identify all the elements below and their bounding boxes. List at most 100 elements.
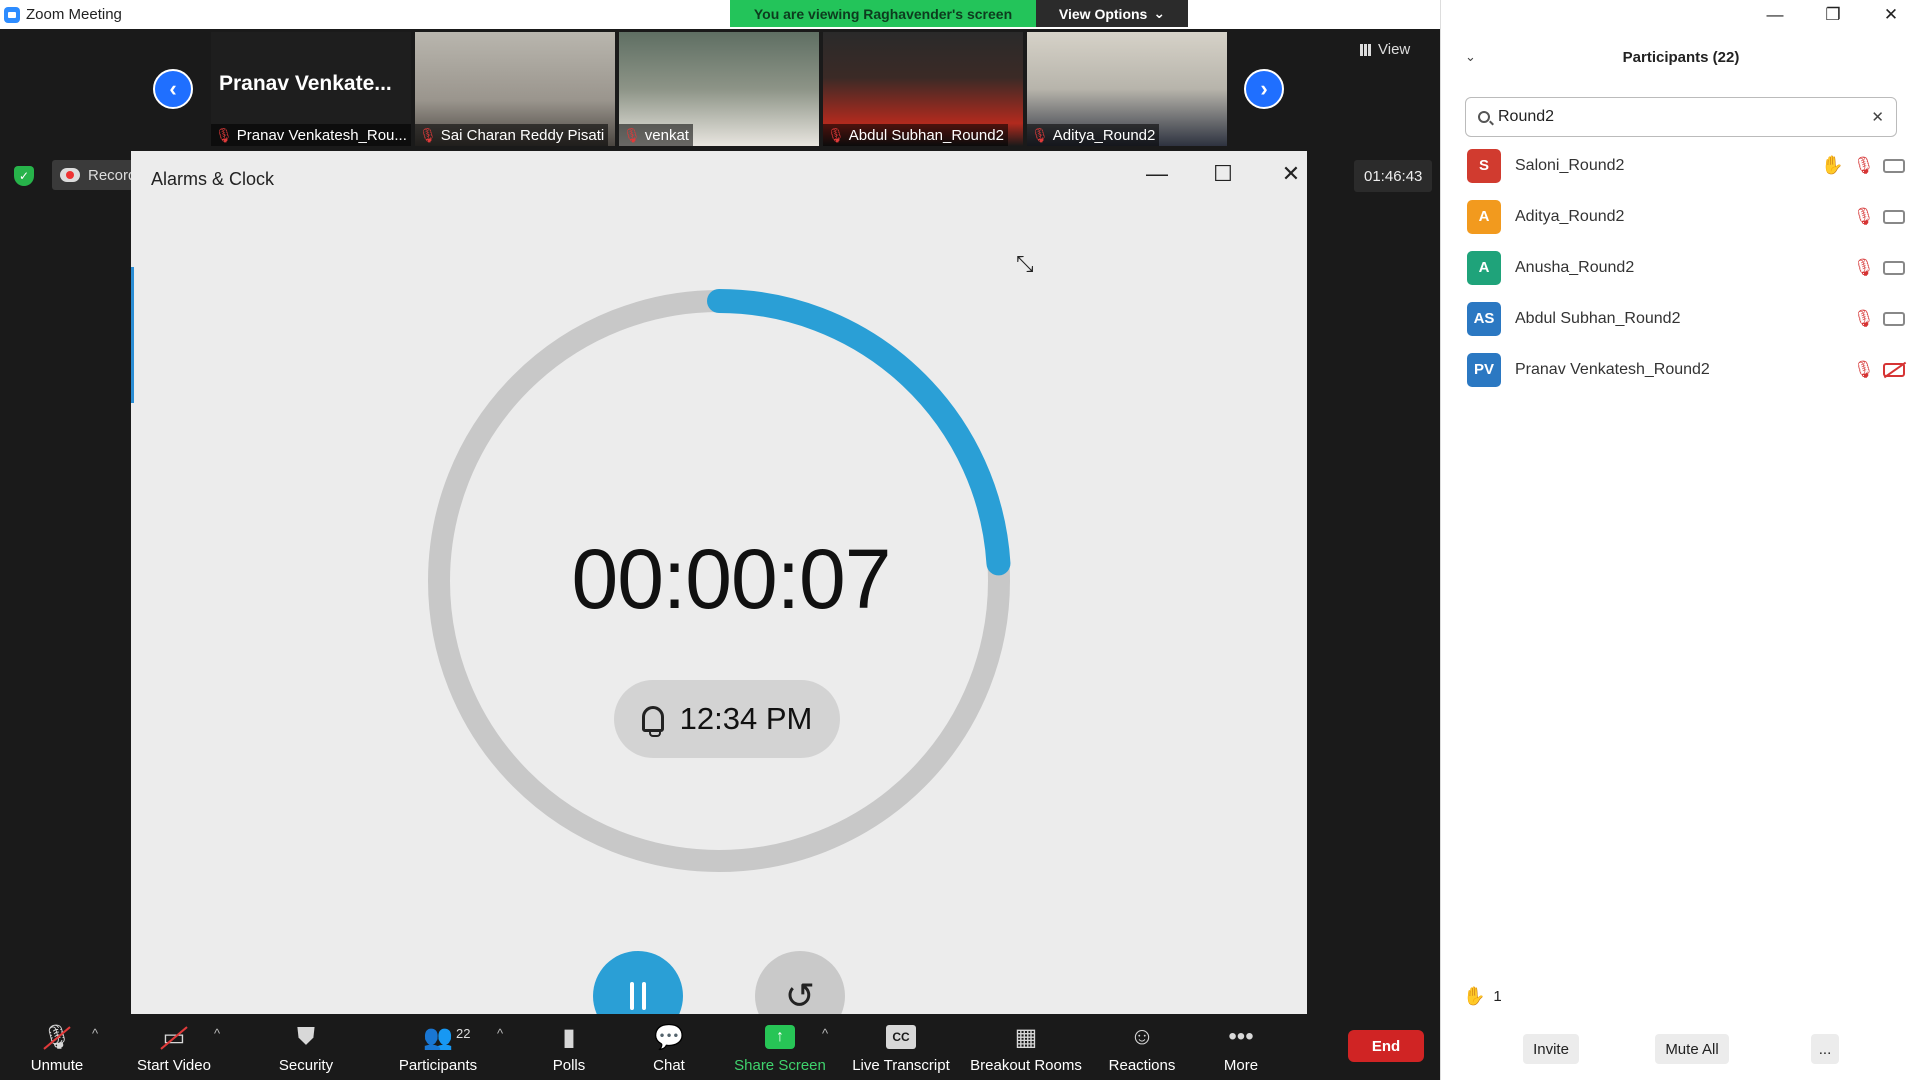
avatar: A	[1467, 250, 1501, 285]
audio-options-caret[interactable]: ^	[92, 1026, 98, 1041]
chat-button[interactable]: 💬 Chat	[644, 1014, 694, 1080]
viewing-banner: You are viewing Raghavender's screen	[730, 0, 1036, 27]
video-tile[interactable]: Pranav Venkate... 🎙 Pranav Venkatesh_Rou.…	[211, 32, 411, 146]
unmute-button[interactable]: 🎙 Unmute	[20, 1014, 94, 1080]
search-input[interactable]	[1498, 108, 1868, 126]
chevron-right-icon: ›	[1260, 76, 1268, 101]
participant-row[interactable]: PV Pranav Venkatesh_Round2 🎙	[1441, 344, 1920, 395]
mic-muted-icon: 🎙	[1853, 155, 1875, 175]
reactions-button[interactable]: ☺ Reactions	[1104, 1014, 1180, 1080]
alarm-time: 12:34 PM	[679, 701, 813, 736]
panel-more-button[interactable]: ...	[1811, 1034, 1839, 1064]
chat-label: Chat	[653, 1057, 685, 1074]
mic-muted-icon: 🎙	[1853, 257, 1875, 277]
panel-header: ⌄ Participants (22)	[1441, 44, 1920, 70]
minimize-icon: —	[1146, 161, 1168, 186]
mic-muted-icon: 🎙	[419, 126, 437, 143]
restore-window-icon[interactable]: ❐	[1804, 0, 1862, 29]
emoji-plus-icon: ☺	[1129, 1023, 1155, 1050]
window-title: Zoom Meeting	[26, 6, 122, 23]
live-transcript-label: Live Transcript	[852, 1057, 950, 1074]
more-button[interactable]: ••• More	[1216, 1014, 1266, 1080]
video-camera-off-icon: ▭	[159, 1023, 189, 1051]
polls-button[interactable]: ▮ Polls	[544, 1014, 594, 1080]
shared-window-title: Alarms & Clock	[151, 169, 275, 189]
video-icon	[1883, 260, 1905, 275]
video-options-caret[interactable]: ^	[214, 1026, 220, 1041]
cloud-record-icon	[60, 168, 80, 182]
bar-chart-icon: ▮	[562, 1023, 576, 1051]
video-tile[interactable]: 🎙 venkat	[619, 32, 819, 146]
participant-row[interactable]: S Saloni_Round2 ✋ 🎙	[1441, 140, 1920, 191]
participant-name: Abdul Subhan_Round2	[1515, 309, 1681, 327]
invite-button[interactable]: Invite	[1523, 1034, 1579, 1064]
window-controls: — ❐ ✕	[1746, 0, 1920, 29]
encryption-shield-icon[interactable]: ✓	[14, 166, 34, 186]
compact-overlay-icon: ⤡	[1016, 251, 1034, 276]
video-tile[interactable]: 🎙 Aditya_Round2	[1027, 32, 1227, 146]
start-video-label: Start Video	[137, 1057, 211, 1074]
bell-icon	[641, 706, 664, 737]
zoom-logo-icon	[4, 6, 20, 23]
tile-name: Sai Charan Reddy Pisati	[440, 126, 605, 144]
mic-muted-icon: 🎙	[827, 126, 845, 143]
participants-caret[interactable]: ^	[497, 1026, 503, 1041]
end-meeting-button[interactable]: End	[1348, 1030, 1424, 1062]
polls-label: Polls	[552, 1057, 586, 1074]
participant-row[interactable]: AS Abdul Subhan_Round2 🎙	[1441, 293, 1920, 344]
participants-count: 22	[456, 1026, 471, 1041]
view-options-button[interactable]: View Options ⌄	[1036, 0, 1188, 27]
alarm-pill: 12:34 PM	[614, 680, 840, 758]
participants-button[interactable]: 👥 Participants	[388, 1014, 488, 1080]
unmute-label: Unmute	[30, 1057, 84, 1074]
mic-muted-icon: 🎙	[215, 126, 233, 143]
security-button[interactable]: ⛊ Security	[266, 1014, 346, 1080]
more-dots-icon: •••	[1228, 1023, 1254, 1050]
participant-name: Anusha_Round2	[1515, 258, 1635, 276]
strip-prev-button[interactable]: ‹	[153, 69, 193, 109]
search-icon	[1478, 111, 1490, 123]
video-tile[interactable]: 🎙 Sai Charan Reddy Pisati	[415, 32, 615, 146]
participants-icon: 👥	[423, 1023, 453, 1051]
video-off-icon	[1883, 362, 1905, 377]
participant-search[interactable]: ✕	[1465, 97, 1897, 137]
shared-screen: Alarms & Clock — ☐ ✕ ⤡ 00:00:07 12:34 PM…	[131, 151, 1307, 1043]
share-options-caret[interactable]: ^	[822, 1026, 828, 1041]
close-icon: ✕	[1281, 161, 1301, 186]
video-tile[interactable]: 🎙 Abdul Subhan_Round2	[823, 32, 1023, 146]
tile-name: Aditya_Round2	[1052, 126, 1156, 144]
live-transcript-button[interactable]: CC Live Transcript	[848, 1014, 954, 1080]
collapse-chevron-icon[interactable]: ⌄	[1465, 49, 1476, 65]
stopwatch-time: 00:00:07	[571, 532, 892, 626]
panel-title: Participants (22)	[1622, 48, 1740, 66]
participant-big-name: Pranav Venkate...	[219, 72, 392, 95]
security-label: Security	[278, 1057, 334, 1074]
tile-name: venkat	[644, 126, 689, 144]
mic-muted-icon: 🎙	[1853, 308, 1875, 328]
share-screen-label: Share Screen	[734, 1057, 826, 1074]
minimize-window-icon[interactable]: —	[1746, 0, 1804, 29]
share-arrow-icon: ↑	[765, 1025, 795, 1049]
clear-search-icon[interactable]: ✕	[1871, 108, 1884, 126]
share-screen-button[interactable]: ↑ Share Screen	[730, 1014, 830, 1080]
mic-muted-icon: 🎙	[1031, 126, 1049, 143]
meeting-timer: 01:46:43	[1354, 160, 1433, 192]
pause-icon	[630, 982, 646, 1010]
participant-name: Aditya_Round2	[1515, 207, 1625, 225]
progress-arc	[707, 289, 1011, 576]
participants-panel: — ❐ ✕ ⌄ Participants (22) ✕ S Saloni_Rou…	[1440, 0, 1920, 1080]
avatar: S	[1467, 148, 1501, 183]
more-label: More	[1223, 1057, 1259, 1074]
participant-row[interactable]: A Aditya_Round2 🎙	[1441, 191, 1920, 242]
participant-row[interactable]: A Anusha_Round2 🎙	[1441, 242, 1920, 293]
strip-next-button[interactable]: ›	[1244, 69, 1284, 109]
view-button[interactable]: View	[1360, 41, 1410, 58]
breakout-rooms-button[interactable]: ▦ Breakout Rooms	[968, 1014, 1084, 1080]
reactions-label: Reactions	[1108, 1057, 1176, 1074]
mute-all-button[interactable]: Mute All	[1655, 1034, 1729, 1064]
start-video-button[interactable]: ▭ Start Video	[128, 1014, 220, 1080]
close-window-icon[interactable]: ✕	[1862, 0, 1920, 29]
participant-name: Saloni_Round2	[1515, 156, 1625, 174]
grid-view-icon	[1360, 43, 1372, 56]
breakout-rooms-label: Breakout Rooms	[970, 1057, 1082, 1074]
